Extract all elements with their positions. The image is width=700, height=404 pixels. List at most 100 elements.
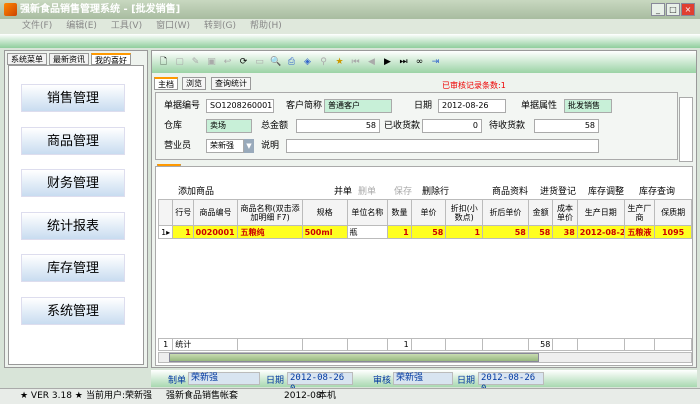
cell-prod-date[interactable]: 2012-08-25 bbox=[576, 225, 625, 239]
tab-main[interactable]: 主档 bbox=[154, 77, 178, 90]
window-title: 强新食品销售管理系统 - [批发销售] bbox=[20, 4, 181, 15]
doc-no-field[interactable]: SO1208260001 bbox=[206, 99, 274, 113]
note-field[interactable] bbox=[286, 139, 599, 153]
cell-spec[interactable]: 500ml bbox=[301, 225, 348, 239]
print-icon[interactable]: ⎙ bbox=[286, 57, 297, 67]
customer-label: 客户简称 bbox=[286, 101, 323, 111]
menu-reports[interactable]: 统计报表 bbox=[21, 212, 125, 240]
menu-finance[interactable]: 财务管理 bbox=[21, 169, 125, 197]
menu-tools[interactable]: 工具(V) bbox=[111, 21, 142, 31]
tab-favorites[interactable]: 我的喜好 bbox=[91, 53, 131, 65]
cell-name[interactable]: 五粮纯 bbox=[237, 225, 303, 239]
add-product-button[interactable]: 添加商品 bbox=[178, 184, 214, 197]
delete-doc-button[interactable]: 删单 bbox=[358, 184, 376, 197]
tab-news[interactable]: 最新资讯 bbox=[49, 53, 89, 65]
save-icon[interactable]: ▣ bbox=[206, 57, 217, 67]
menu-sales[interactable]: 销售管理 bbox=[21, 84, 125, 112]
date2-label: 日期 bbox=[457, 376, 476, 386]
stock-adjust-button[interactable]: 库存调整 bbox=[588, 184, 624, 197]
export-icon[interactable]: ◈ bbox=[302, 57, 313, 67]
horizontal-scrollbar[interactable] bbox=[158, 352, 692, 363]
filter-icon[interactable]: ⚲ bbox=[318, 57, 329, 67]
attr-field[interactable]: 批发销售 bbox=[564, 99, 612, 113]
col-unit[interactable]: 单位名称 bbox=[346, 199, 389, 226]
copy-icon[interactable]: ▢ bbox=[174, 57, 185, 67]
cell-unit[interactable]: 瓶 bbox=[346, 225, 389, 239]
cell-cost[interactable]: 38 bbox=[552, 225, 578, 239]
tab-query[interactable]: 查询统计 bbox=[211, 77, 251, 90]
col-price[interactable]: 单价 bbox=[410, 199, 447, 226]
maximize-button[interactable]: □ bbox=[666, 3, 680, 16]
save-button[interactable]: 保存 bbox=[394, 184, 412, 197]
cell-discount[interactable]: 1 bbox=[445, 225, 484, 239]
prev-icon[interactable]: ◀ bbox=[366, 57, 377, 67]
col-amount[interactable]: 金额 bbox=[527, 199, 554, 226]
col-maker[interactable]: 生产厂商 bbox=[623, 199, 656, 226]
menu-help[interactable]: 帮助(H) bbox=[250, 21, 282, 31]
table-row[interactable]: 1▸ 10020001五粮纯500ml瓶15815858382012-08-25… bbox=[157, 225, 692, 239]
menu-file[interactable]: 文件(F) bbox=[22, 21, 52, 31]
card-icon[interactable]: ▭ bbox=[254, 57, 265, 67]
delete-row-button[interactable]: 删除行 bbox=[422, 184, 449, 197]
col-prod-date[interactable]: 生产日期 bbox=[576, 199, 625, 226]
current-user: 当前用户:荣新强 bbox=[86, 391, 153, 401]
close-button[interactable]: × bbox=[681, 3, 695, 16]
menu-inventory[interactable]: 库存管理 bbox=[21, 254, 125, 282]
cell-row-no[interactable]: 1 bbox=[172, 225, 194, 239]
customer-field[interactable]: 普通客户 bbox=[324, 99, 392, 113]
last-icon[interactable]: ⏭ bbox=[398, 57, 409, 67]
menu-window[interactable]: 窗口(W) bbox=[156, 21, 190, 31]
warehouse-label: 仓库 bbox=[164, 121, 183, 131]
date-field[interactable]: 2012-08-26 bbox=[438, 99, 506, 113]
cell-shelf-life[interactable]: 1095 bbox=[654, 225, 692, 239]
col-spec[interactable]: 规格 bbox=[301, 199, 348, 226]
cell-price[interactable]: 58 bbox=[410, 225, 447, 239]
total-label: 总金额 bbox=[261, 121, 289, 131]
purchase-button[interactable]: 进货登记 bbox=[540, 184, 576, 197]
undo-icon[interactable]: ↩ bbox=[222, 57, 233, 67]
tab-system-menu[interactable]: 系统菜单 bbox=[7, 53, 47, 65]
header-form: 单据编号 SO1208260001 客户简称 普通客户 日期 2012-08-2… bbox=[155, 92, 678, 160]
next-icon[interactable]: ▶ bbox=[382, 57, 393, 67]
col-qty[interactable]: 数量 bbox=[387, 199, 412, 226]
exit-icon[interactable]: ⇥ bbox=[430, 57, 441, 67]
warehouse-field[interactable]: 卖场 bbox=[206, 119, 252, 133]
version-text: ★ VER 3.18 ★ bbox=[20, 391, 83, 401]
received-field[interactable]: 0 bbox=[422, 119, 482, 133]
totals-amount: 58 bbox=[527, 338, 554, 351]
product-info-button[interactable]: 商品资料 bbox=[492, 184, 528, 197]
menu-system[interactable]: 系统管理 bbox=[21, 297, 125, 325]
find-icon[interactable]: ∞ bbox=[414, 57, 425, 67]
cell-code[interactable]: 0020001 bbox=[192, 225, 239, 239]
first-icon[interactable]: ⏮ bbox=[350, 57, 361, 67]
col-name[interactable]: 商品名称(双击添加明细 F7) bbox=[237, 199, 303, 226]
minimize-button[interactable]: _ bbox=[651, 3, 665, 16]
edit-icon[interactable]: ✎ bbox=[190, 57, 201, 67]
stock-query-button[interactable]: 库存查询 bbox=[639, 184, 675, 197]
col-discount[interactable]: 折扣(小数点) bbox=[445, 199, 484, 226]
col-row-no[interactable]: 行号 bbox=[172, 199, 194, 226]
menu-edit[interactable]: 编辑(E) bbox=[66, 21, 97, 31]
pending-field[interactable]: 58 bbox=[534, 119, 599, 133]
cell-qty[interactable]: 1 bbox=[387, 225, 412, 239]
col-shelf-life[interactable]: 保质期 bbox=[654, 199, 692, 226]
menu-goto[interactable]: 转到(G) bbox=[204, 21, 236, 31]
vertical-scrollbar[interactable] bbox=[679, 97, 693, 162]
cell-maker[interactable]: 五粮液 bbox=[623, 225, 656, 239]
audit-icon[interactable]: ★ bbox=[334, 57, 345, 67]
merge-button[interactable]: 并单 bbox=[334, 184, 352, 197]
scrollbar-thumb[interactable] bbox=[169, 353, 539, 362]
cell-net-price[interactable]: 58 bbox=[482, 225, 529, 239]
refresh-icon[interactable]: ⟳ bbox=[238, 57, 249, 67]
col-code[interactable]: 商品编号 bbox=[192, 199, 239, 226]
cell-amount[interactable]: 58 bbox=[527, 225, 554, 239]
total-field[interactable]: 58 bbox=[296, 119, 380, 133]
preview-icon[interactable]: 🔍 bbox=[270, 57, 281, 67]
dropdown-arrow-icon[interactable]: ▼ bbox=[244, 139, 254, 153]
new-icon[interactable]: 🗋 bbox=[158, 54, 169, 70]
sales-field[interactable]: 荣新强 bbox=[206, 139, 244, 153]
tab-browse[interactable]: 浏览 bbox=[182, 77, 206, 90]
col-cost[interactable]: 成本单价 bbox=[552, 199, 578, 226]
col-net-price[interactable]: 折后单价 bbox=[482, 199, 529, 226]
menu-products[interactable]: 商品管理 bbox=[21, 127, 125, 155]
